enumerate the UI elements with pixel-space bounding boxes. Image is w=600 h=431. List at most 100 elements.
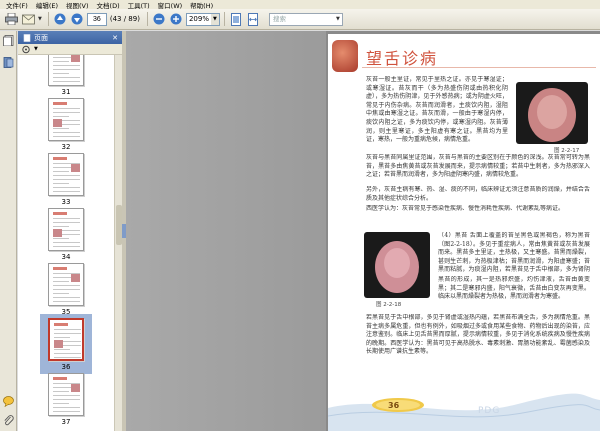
zoom-in-button[interactable]	[169, 12, 184, 27]
figure-caption-1: 图 2-2-17	[554, 148, 580, 154]
pages-icon[interactable]	[3, 35, 14, 46]
thumbnail-image	[71, 384, 80, 392]
thumbnail-text-line	[53, 301, 80, 302]
thumbnail-heading	[53, 102, 67, 105]
previous-page-button[interactable]	[53, 12, 68, 27]
options-icon[interactable]	[22, 45, 32, 54]
thumbnail-image	[71, 164, 80, 172]
thumbnail-text-line	[54, 333, 81, 334]
thumbnail-text-line	[54, 349, 70, 350]
menu-bar: 文件(F) 编辑(E) 视图(V) 文档(D) 工具(T) 窗口(W) 帮助(H…	[0, 0, 600, 10]
thumbnail-text-line	[53, 73, 69, 74]
pages-panel-title: 页面	[34, 33, 48, 42]
envelope-icon	[22, 14, 35, 24]
page-thumbnail[interactable]	[48, 263, 84, 306]
thumbnail-label: 32	[61, 143, 71, 151]
zoom-out-icon	[153, 13, 165, 25]
chevron-down-icon[interactable]: ▼	[210, 13, 219, 25]
print-button[interactable]	[4, 12, 19, 27]
tongue-photo-1	[528, 88, 576, 142]
thumbnail-text-line	[53, 293, 69, 294]
next-page-button[interactable]	[70, 12, 85, 27]
thumbnail-text-line	[53, 65, 80, 66]
figure-caption-2: 图 2-2-18	[376, 302, 402, 308]
pages-panel-header: 页面 ✕	[18, 31, 122, 44]
page-thumbnail[interactable]	[48, 153, 84, 196]
page-icon	[23, 33, 31, 42]
thumbnail-image	[71, 274, 80, 282]
page-number-input[interactable]	[86, 12, 107, 26]
arrow-up-icon	[54, 13, 66, 25]
printer-icon	[5, 13, 18, 25]
toolbar-separator	[47, 12, 49, 26]
thumbnail-text-line	[53, 395, 80, 396]
thumbnail-text-line	[53, 411, 80, 412]
search-placeholder: 搜索	[272, 14, 286, 23]
thumbnail-image	[71, 55, 80, 62]
chevron-down-icon[interactable]: ▼	[334, 14, 342, 25]
search-input[interactable]: 搜索 ▼	[268, 12, 343, 26]
email-button[interactable]	[21, 12, 36, 27]
page-thumbnail[interactable]	[48, 55, 84, 86]
zoom-select[interactable]: 209% ▼	[185, 12, 220, 26]
thumbnail-text-line	[53, 285, 80, 286]
zoom-out-button[interactable]	[152, 12, 167, 27]
thumbnail-text-line	[53, 391, 69, 392]
thumbnail-text-line	[53, 399, 80, 400]
paragraph-2: 灰苔与黑苔同属里证范围，灰苔与黑苔的主要区别在于颜色的深浅。灰苔常可转为黑苔，黑…	[366, 154, 590, 179]
thumbnail-text-line	[53, 226, 69, 227]
page-number: 36	[388, 401, 400, 410]
paragraph-1: 灰苔一般主里证，常见于里热之证。亦见于寒湿证；或寒湿证。苔灰而干（多为热盛伤阴或…	[366, 76, 508, 144]
watermark: PDG	[478, 406, 501, 416]
thumbnail-text-line	[53, 132, 80, 133]
thumbnail-label: 36	[61, 363, 71, 371]
title-divider	[362, 67, 596, 68]
thumbnail-label: 33	[61, 198, 71, 206]
thumbnail-text-line	[53, 175, 80, 176]
toolbar-separator	[146, 12, 148, 26]
thumbnail-heading	[53, 157, 67, 160]
comments-icon[interactable]	[3, 396, 14, 407]
fit-page-button[interactable]	[229, 12, 244, 27]
bookmarks-icon[interactable]	[3, 57, 14, 68]
thumbnail-heading	[54, 323, 68, 326]
thumbnail-text-line	[53, 297, 80, 298]
thumbnail-text-line	[53, 289, 80, 290]
attachments-icon[interactable]	[3, 415, 14, 426]
thumbnail-image	[54, 340, 63, 348]
thumbnail-text-line	[54, 329, 81, 330]
arrow-down-icon	[71, 13, 83, 25]
thumbnail-text-line	[53, 112, 80, 113]
thumbnail-heading	[53, 212, 67, 215]
chevron-down-icon[interactable]: ▼	[38, 16, 42, 22]
thumbnail-text-line	[53, 116, 69, 117]
tongue-header-image	[332, 40, 358, 72]
chevron-down-icon[interactable]: ▼	[34, 46, 38, 52]
page-thumbnail[interactable]	[48, 373, 84, 416]
close-icon[interactable]: ✕	[112, 34, 118, 42]
document-viewport[interactable]: 望舌诊病 灰苔一般主里证，常见于里热之证。亦见于寒湿证；或寒湿证。苔灰而干（多为…	[126, 31, 600, 431]
page-count: (43 / 89)	[109, 15, 140, 23]
thumbnail-scrollbar[interactable]	[114, 55, 122, 431]
thumbnail-image	[53, 229, 62, 237]
page-thumbnail[interactable]	[48, 208, 84, 251]
page-title: 望舌诊病	[366, 49, 439, 68]
thumbnail-label: 34	[61, 253, 71, 261]
thumbnail-label: 37	[61, 418, 71, 426]
toolbar-separator	[223, 12, 225, 26]
toolbar: ▼ (43 / 89) 209% ▼ 搜索 ▼	[0, 9, 600, 30]
paragraph-6: 黑苔的形成，其一是热邪炽盛，灼伤津液，舌苔由黄变黑；其二是寒邪内盛，阳气衰微，舌…	[438, 276, 590, 301]
thumbnail-text-line	[53, 183, 69, 184]
page-thumbnail[interactable]	[48, 318, 84, 361]
thumbnail-text-line	[53, 77, 80, 78]
zoom-value: 209%	[188, 14, 209, 23]
page-thumbnail[interactable]	[48, 98, 84, 141]
thumbnail-text-line	[54, 337, 70, 338]
paragraph-5: （4）黑苔 舌面上覆盖的苔呈黑色或黑褐色，称为黑苔（图2-2-18）。多见于重症…	[438, 232, 590, 275]
thumbnail-text-line	[53, 108, 80, 109]
fit-width-button[interactable]	[246, 12, 261, 27]
thumbnail-text-line	[53, 69, 80, 70]
thumbnail-text-line	[53, 238, 69, 239]
thumbnail-text-line	[53, 81, 80, 82]
thumbnail-text-line	[53, 407, 80, 408]
